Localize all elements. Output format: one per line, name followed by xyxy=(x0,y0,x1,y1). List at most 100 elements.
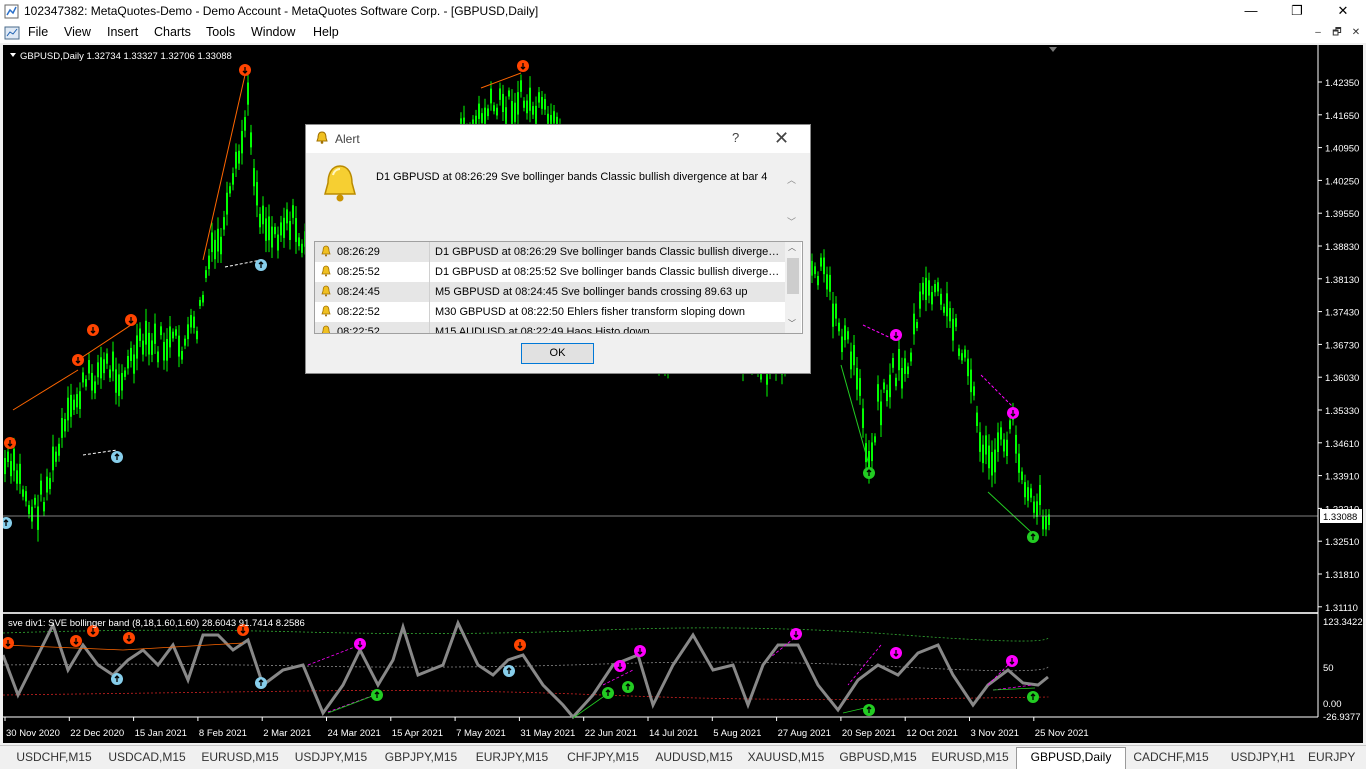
minimize-button[interactable]: — xyxy=(1228,0,1274,23)
candle-body xyxy=(52,446,54,471)
menu-tools[interactable]: Tools xyxy=(206,25,235,39)
candle-body xyxy=(262,205,264,225)
candle-body xyxy=(922,282,924,295)
tab-3[interactable]: USDJPY,M15 xyxy=(286,748,376,767)
candle-body xyxy=(208,255,210,270)
doc-restore-button[interactable]: 🗗 xyxy=(1329,26,1345,40)
price-tick-label: 1.33910 xyxy=(1325,472,1359,483)
candle-body xyxy=(499,88,501,100)
tab-13[interactable]: USDJPY,H1 xyxy=(1218,748,1308,767)
tab-5[interactable]: EURJPY,M15 xyxy=(466,748,558,767)
alert-close-button[interactable]: ✕ xyxy=(774,128,789,149)
alert-title-bar: Alert ? ✕ xyxy=(306,125,810,153)
tab-0[interactable]: USDCHF,M15 xyxy=(8,748,100,767)
alert-text: M5 GBPUSD at 08:24:45 Sve bollinger band… xyxy=(435,286,748,298)
tab-6[interactable]: CHFJPY,M15 xyxy=(558,748,648,767)
tab-4[interactable]: GBPJPY,M15 xyxy=(376,748,466,767)
candle-body xyxy=(958,348,960,356)
candle-body xyxy=(985,435,987,455)
candle-body xyxy=(535,105,537,125)
candle-body xyxy=(850,351,852,370)
close-button[interactable]: ✕ xyxy=(1320,0,1366,23)
menu-window[interactable]: Window xyxy=(251,25,295,39)
candle-body xyxy=(181,350,183,360)
maximize-button[interactable]: ❐ xyxy=(1274,0,1320,23)
help-button[interactable]: ? xyxy=(732,130,739,145)
candle-body xyxy=(526,100,528,114)
candle-body xyxy=(160,326,162,336)
chart-shift-icon[interactable] xyxy=(1049,47,1057,52)
alert-dialog: Alert ? ✕ D1 GBPUSD at 08:26:29 Sve boll… xyxy=(305,124,811,374)
time-axis: 30 Nov 2020 22 Dec 2020 15 Jan 2021 8 Feb 2… xyxy=(4,717,1089,739)
indicator-arrows xyxy=(3,624,1039,716)
list-item[interactable]: 08:25:52 D1 GBPUSD at 08:25:52 Sve bolli… xyxy=(315,262,785,282)
list-item[interactable]: 08:22:52 M15 AUDUSD at 08:22:49 Haos His… xyxy=(315,322,785,333)
candle-body xyxy=(229,186,231,194)
sell-arrow-icon xyxy=(890,647,902,659)
tab-2[interactable]: EURUSD,M15 xyxy=(194,748,286,767)
candle-body xyxy=(817,276,819,286)
chart-window-icon[interactable] xyxy=(4,25,20,41)
list-scrollbar[interactable]: ︿ ﹀ xyxy=(785,242,801,333)
candle-body xyxy=(532,106,534,115)
date-tick-label: 22 Dec 2020 xyxy=(70,728,124,739)
candle-body xyxy=(949,308,951,322)
buy-arrow-icon xyxy=(1027,691,1039,703)
candle-body xyxy=(1003,439,1005,452)
candle-body xyxy=(874,436,876,443)
scroll-down-icon[interactable]: ﹀ xyxy=(788,318,796,329)
tab-14[interactable]: EURJPY xyxy=(1308,748,1355,767)
candle-body xyxy=(994,449,996,473)
menu-insert[interactable]: Insert xyxy=(107,25,138,39)
list-item[interactable]: 08:22:52 M30 GBPUSD at 08:22:50 Ehlers f… xyxy=(315,302,785,322)
scroll-up-icon[interactable]: ︿ xyxy=(788,242,796,253)
tab-8[interactable]: XAUUSD,M15 xyxy=(740,748,832,767)
candle-body xyxy=(832,303,834,327)
tab-1[interactable]: USDCAD,M15 xyxy=(100,748,194,767)
candle-body xyxy=(199,299,201,306)
sell-arrow-icon xyxy=(3,637,14,649)
ok-button[interactable]: OK xyxy=(521,343,594,364)
candle-body xyxy=(940,293,942,305)
scroll-up-icon[interactable]: ︿ xyxy=(787,173,796,186)
candle-body xyxy=(523,100,525,108)
candle-body xyxy=(184,338,186,346)
candle-body xyxy=(553,111,555,124)
menu-help[interactable]: Help xyxy=(313,25,339,39)
alert-title: Alert xyxy=(335,132,360,146)
candle-body xyxy=(490,88,492,104)
tab-9[interactable]: GBPUSD,M15 xyxy=(832,748,924,767)
candle-body xyxy=(76,394,78,408)
tab-12[interactable]: CADCHF,M15 xyxy=(1124,748,1218,767)
price-tick-label: 1.37430 xyxy=(1325,308,1359,319)
menu-view[interactable]: View xyxy=(64,25,91,39)
menu-file[interactable]: File xyxy=(28,25,48,39)
candle-body xyxy=(163,341,165,361)
menu-charts[interactable]: Charts xyxy=(154,25,191,39)
list-item[interactable]: 08:24:45 M5 GBPUSD at 08:24:45 Sve bolli… xyxy=(315,282,785,302)
doc-minimize-button[interactable]: ‒ xyxy=(1310,26,1326,40)
alert-list[interactable]: 08:26:29 D1 GBPUSD at 08:26:29 Sve bolli… xyxy=(314,241,803,334)
alert-time: 08:22:52 xyxy=(337,306,380,318)
candle-body xyxy=(64,419,66,432)
candle-body xyxy=(142,340,144,355)
candle-body xyxy=(871,442,873,462)
tab-11[interactable]: GBPUSD,Daily xyxy=(1016,747,1126,769)
candle-body xyxy=(880,401,882,426)
candle-body xyxy=(1027,487,1029,501)
scroll-down-icon[interactable]: ﹀ xyxy=(787,215,796,228)
scrollbar-thumb[interactable] xyxy=(787,258,799,294)
candle-body xyxy=(847,331,849,340)
list-item[interactable]: 08:26:29 D1 GBPUSD at 08:26:29 Sve bolli… xyxy=(315,242,785,262)
candle-body xyxy=(115,369,117,393)
candle-body xyxy=(514,102,516,123)
doc-close-button[interactable]: ✕ xyxy=(1348,26,1364,40)
candle-body xyxy=(301,243,303,253)
candle-body xyxy=(241,131,243,154)
tab-10[interactable]: EURUSD,M15 xyxy=(924,748,1016,767)
candle-body xyxy=(25,491,27,502)
tab-7[interactable]: AUDUSD,M15 xyxy=(648,748,740,767)
candle-body xyxy=(481,113,483,124)
candle-body xyxy=(58,443,60,456)
chart-menu-icon[interactable] xyxy=(10,53,16,57)
